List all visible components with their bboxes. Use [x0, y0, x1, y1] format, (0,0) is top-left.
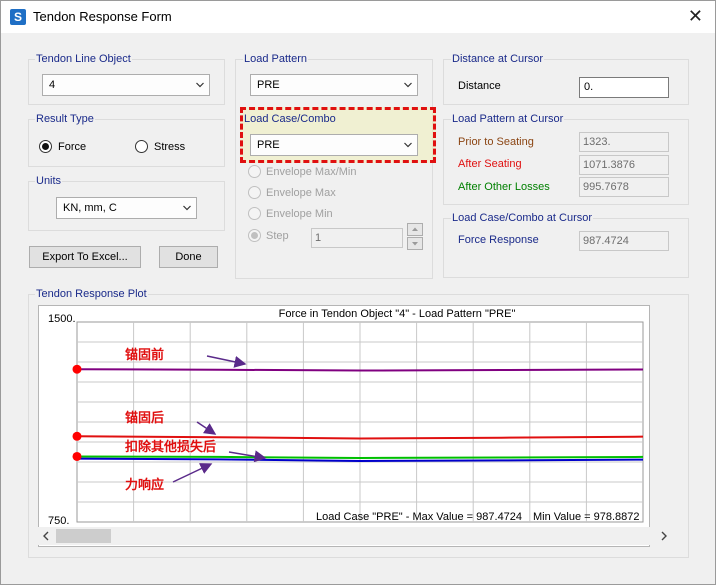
spinner-up-icon[interactable]	[407, 223, 423, 236]
force-label: Force	[58, 141, 87, 153]
envelope-max-min-label: Envelope Max/Min	[266, 166, 357, 178]
tendon-line-object-select[interactable]: 4	[42, 74, 210, 96]
series-start-marker-3	[72, 451, 82, 461]
result-type-label: Result Type	[35, 113, 95, 125]
chevron-down-icon	[196, 82, 204, 88]
annotation-label-1: 锚固前	[125, 347, 164, 363]
chart-title: Force in Tendon Object "4" - Load Patter…	[279, 308, 516, 320]
chart-footer-min: Min Value = 978.8872	[533, 511, 640, 523]
load-case-combo-label: Load Case/Combo	[244, 113, 336, 125]
chevron-down-icon	[183, 205, 191, 211]
stress-radio[interactable]	[135, 140, 148, 153]
prior-to-seating-value: 1323.	[579, 132, 669, 152]
envelope-max-label: Envelope Max	[266, 187, 336, 199]
load-pattern-value: PRE	[257, 79, 280, 91]
annotation-arrow-2	[196, 421, 217, 435]
window-title: Tendon Response Form	[33, 9, 172, 24]
units-value: KN, mm, C	[63, 202, 117, 214]
y-tick-label-max: 1500.	[48, 313, 76, 325]
series-start-marker-2	[72, 431, 82, 441]
spinner-down-icon[interactable]	[407, 237, 423, 250]
load-pattern-at-cursor-label: Load Pattern at Cursor	[451, 113, 565, 125]
after-other-losses-label: After Other Losses	[458, 181, 550, 193]
force-response-label: Force Response	[458, 234, 539, 246]
units-select[interactable]: KN, mm, C	[56, 197, 197, 219]
load-case-at-cursor-label: Load Case/Combo at Cursor	[451, 212, 594, 224]
app-logo-icon: S	[10, 9, 26, 25]
force-radio[interactable]	[39, 140, 52, 153]
y-tick-label-min: 750.	[48, 515, 69, 527]
tendon-line-object-value: 4	[49, 79, 56, 91]
load-pattern-label: Load Pattern	[243, 53, 308, 65]
distance-label: Distance	[458, 80, 501, 92]
series-start-marker-1	[72, 364, 82, 374]
load-case-combo-value: PRE	[257, 139, 280, 151]
envelope-min-label: Envelope Min	[266, 208, 333, 220]
envelope-max-radio[interactable]	[248, 186, 261, 199]
tendon-response-window: S Tendon Response Form ✕ Tendon Line Obj…	[0, 0, 716, 585]
stress-label: Stress	[154, 141, 186, 153]
step-spinner[interactable]	[407, 223, 423, 250]
close-icon[interactable]: ✕	[688, 6, 703, 26]
after-other-losses-value: 995.7678	[579, 177, 669, 197]
tendon-response-plot-label: Tendon Response Plot	[35, 288, 148, 300]
chart-svg: Force in Tendon Object "4" - Load Patter…	[48, 308, 644, 527]
step-label: Step	[266, 230, 289, 242]
plot-horizontal-scrollbar[interactable]	[38, 527, 672, 545]
tendon-response-plot[interactable]: Force in Tendon Object "4" - Load Patter…	[38, 305, 650, 547]
step-value-field[interactable]: 1	[311, 228, 403, 248]
title-bar: S Tendon Response Form ✕	[1, 1, 715, 33]
annotation-arrow-4	[172, 463, 213, 483]
load-pattern-select[interactable]: PRE	[250, 74, 418, 96]
done-button[interactable]: Done	[159, 246, 218, 268]
prior-to-seating-label: Prior to Seating	[458, 136, 534, 148]
export-to-excel-button[interactable]: Export To Excel...	[29, 246, 141, 268]
scroll-thumb[interactable]	[56, 529, 111, 543]
annotation-label-2: 锚固后	[125, 410, 164, 426]
annotation-label-3: 扣除其他损失后	[125, 439, 216, 455]
chart-footer-max: Load Case "PRE" - Max Value = 987.4724	[316, 511, 522, 523]
scroll-right-icon[interactable]	[658, 527, 670, 545]
envelope-max-min-radio[interactable]	[248, 165, 261, 178]
chevron-down-icon	[404, 142, 412, 148]
annotation-arrow-1	[206, 355, 247, 368]
load-case-combo-select[interactable]: PRE	[250, 134, 418, 156]
units-label: Units	[35, 175, 63, 187]
tendon-line-object-label: Tendon Line Object	[35, 53, 132, 65]
force-response-value: 987.4724	[579, 231, 669, 251]
chevron-down-icon	[404, 82, 412, 88]
step-radio[interactable]	[248, 229, 261, 242]
distance-at-cursor-label: Distance at Cursor	[451, 53, 545, 65]
after-seating-label: After Seating	[458, 158, 522, 170]
scroll-left-icon[interactable]	[40, 527, 52, 545]
distance-input[interactable]: 0.	[579, 77, 669, 98]
envelope-min-radio[interactable]	[248, 207, 261, 220]
after-seating-value: 1071.3876	[579, 155, 669, 175]
annotation-label-4: 力响应	[125, 477, 164, 493]
